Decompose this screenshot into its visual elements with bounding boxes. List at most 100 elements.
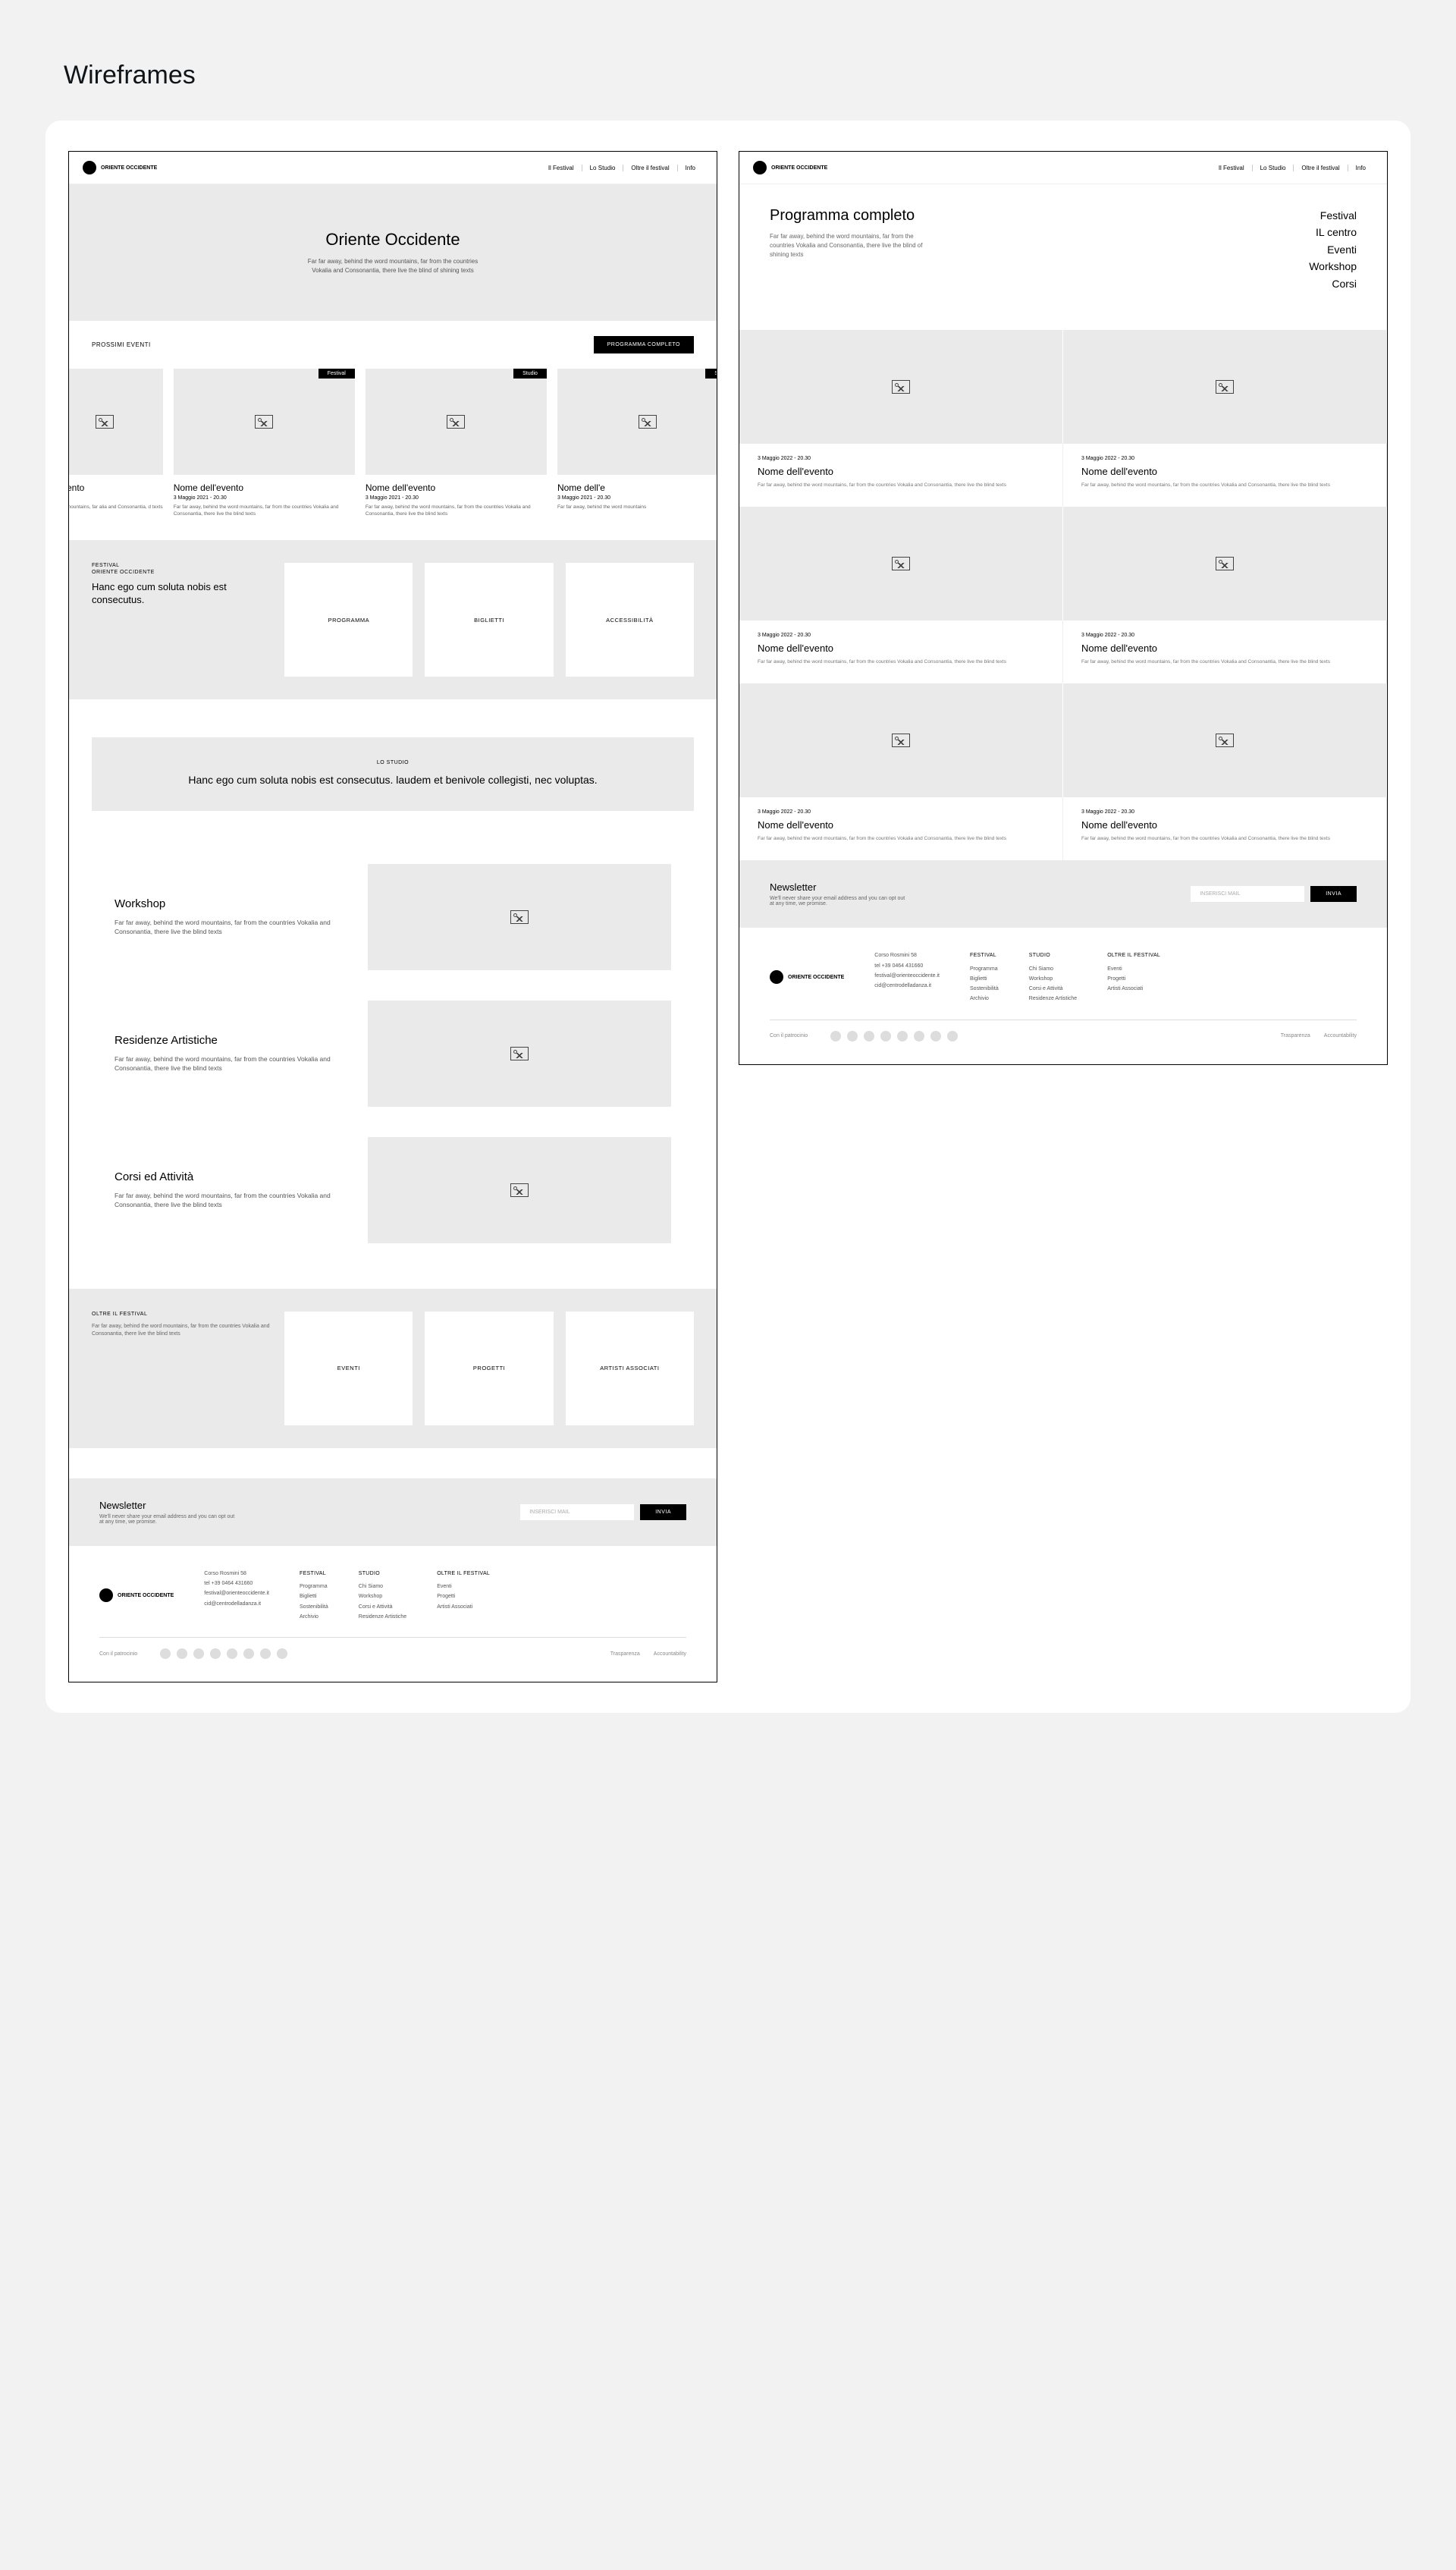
card-desc: Far far away, behind the word mountains,… bbox=[174, 504, 355, 517]
feature-corsi: Corsi ed AttivitàFar far away, behind th… bbox=[69, 1122, 717, 1258]
image-icon bbox=[1216, 380, 1234, 394]
event-cell[interactable]: 3 Maggio 2022 - 20.30Nome dell'eventoFar… bbox=[1063, 444, 1387, 507]
event-image bbox=[1063, 507, 1387, 621]
image-icon bbox=[892, 557, 910, 570]
patrocinio-label: Con il patrocinio bbox=[99, 1651, 137, 1657]
footer-col-studio: STUDIO Chi SiamoWorkshopCorsi e Attività… bbox=[359, 1569, 406, 1622]
event-cell[interactable]: 3 Maggio 2022 - 20.30Nome dell'eventoFar… bbox=[1063, 621, 1387, 683]
card-image bbox=[69, 369, 163, 475]
image-icon bbox=[510, 1047, 529, 1060]
nav-link[interactable]: Lo Studio bbox=[1253, 165, 1294, 171]
logo-icon bbox=[99, 1588, 113, 1602]
event-cell[interactable]: 3 Maggio 2022 - 20.30Nome dell'eventoFar… bbox=[739, 797, 1063, 860]
tile-artisti[interactable]: ARTISTI ASSOCIATI bbox=[566, 1312, 694, 1425]
filter-link[interactable]: Workshop bbox=[1309, 258, 1357, 275]
navbar: ORIENTE OCCIDENTE Il Festival Lo Studio … bbox=[69, 152, 717, 184]
tile-biglietti[interactable]: BIGLIETTI bbox=[425, 563, 553, 677]
feature-desc: Far far away, behind the word mountains,… bbox=[115, 918, 337, 938]
filter-links: Festival IL centro Eventi Workshop Corsi bbox=[1309, 207, 1357, 292]
feature-desc: Far far away, behind the word mountains,… bbox=[115, 1054, 337, 1074]
card-title: Nome dell'evento bbox=[366, 482, 547, 493]
feature-title: Workshop bbox=[115, 897, 337, 910]
footer: ORIENTE OCCIDENTE Corso Rosmini 58tel +3… bbox=[739, 928, 1387, 1064]
newsletter-button[interactable]: INVIA bbox=[1310, 886, 1357, 902]
newsletter-desc: We'll never share your email address and… bbox=[99, 1514, 236, 1525]
oltre-section: OLTRE IL FESTIVAL Far far away, behind t… bbox=[69, 1289, 717, 1448]
image-icon bbox=[447, 415, 465, 429]
nav-link[interactable]: Oltre il festival bbox=[623, 165, 677, 171]
newsletter-input[interactable]: INSERISCI MAIL bbox=[1191, 886, 1304, 902]
event-card[interactable]: Studio Nome dell'evento 3 Maggio 2021 - … bbox=[366, 369, 547, 517]
section-label: LO STUDIO bbox=[137, 760, 648, 765]
hero: Oriente Occidente Far far away, behind t… bbox=[69, 184, 717, 321]
filter-link[interactable]: Festival bbox=[1309, 207, 1357, 224]
sponsor-icons bbox=[830, 1031, 958, 1042]
section-label: ORIENTE OCCIDENTE bbox=[92, 570, 272, 575]
footer-logo[interactable]: ORIENTE OCCIDENTE bbox=[99, 1569, 174, 1622]
event-cell[interactable]: 3 Maggio 2022 - 20.30Nome dell'eventoFar… bbox=[739, 621, 1063, 683]
nav-link[interactable]: Il Festival bbox=[1211, 165, 1253, 171]
newsletter-title: Newsletter bbox=[770, 881, 906, 893]
card-desc: the word mountains, far alia and Consona… bbox=[69, 504, 163, 511]
event-image bbox=[739, 330, 1063, 444]
link-accountability[interactable]: Accountability bbox=[654, 1651, 686, 1657]
image-icon bbox=[892, 734, 910, 747]
nav-link[interactable]: Info bbox=[1348, 165, 1373, 171]
card-image: Festival bbox=[174, 369, 355, 475]
image-icon bbox=[639, 415, 657, 429]
card-image: Studio bbox=[366, 369, 547, 475]
feature-image bbox=[368, 1137, 671, 1243]
event-card[interactable]: Studio Nome dell'e 3 Maggio 2021 - 20.30… bbox=[557, 369, 717, 517]
wireframes-canvas: ORIENTE OCCIDENTE Il Festival Lo Studio … bbox=[46, 121, 1410, 1713]
patrocinio-label: Con il patrocinio bbox=[770, 1033, 808, 1038]
link-trasparenza[interactable]: Trasparenza bbox=[1281, 1033, 1310, 1038]
event-card[interactable]: Festival Nome dell'evento 3 Maggio 2021 … bbox=[174, 369, 355, 517]
logo[interactable]: ORIENTE OCCIDENTE bbox=[83, 161, 157, 174]
event-card[interactable]: ell'evento 20.30 the word mountains, far… bbox=[69, 369, 163, 517]
filter-link[interactable]: Corsi bbox=[1309, 275, 1357, 292]
logo-icon bbox=[83, 161, 96, 174]
link-accountability[interactable]: Accountability bbox=[1324, 1033, 1357, 1038]
nav-link[interactable]: Lo Studio bbox=[582, 165, 624, 171]
feature-title: Residenze Artistiche bbox=[115, 1034, 337, 1047]
tile-progetti[interactable]: PROGETTI bbox=[425, 1312, 553, 1425]
newsletter-title: Newsletter bbox=[99, 1500, 236, 1511]
nav-link[interactable]: Oltre il festival bbox=[1294, 165, 1348, 171]
card-title: ell'evento bbox=[69, 482, 163, 493]
event-cell[interactable]: 3 Maggio 2022 - 20.30Nome dell'eventoFar… bbox=[739, 444, 1063, 507]
nav-link[interactable]: Il Festival bbox=[541, 165, 582, 171]
tile-programma[interactable]: PROGRAMMA bbox=[284, 563, 413, 677]
newsletter-button[interactable]: INVIA bbox=[640, 1504, 686, 1520]
newsletter-input[interactable]: INSERISCI MAIL bbox=[520, 1504, 634, 1520]
tile-accessibilita[interactable]: ACCESSIBILITÀ bbox=[566, 563, 694, 677]
section-heading: Hanc ego cum soluta nobis est consecutus… bbox=[137, 773, 648, 788]
card-date: 3 Maggio 2021 - 20.30 bbox=[557, 495, 717, 501]
hero-desc: Far far away, behind the word mountains,… bbox=[770, 232, 937, 259]
image-icon bbox=[96, 415, 114, 429]
tile-eventi[interactable]: EVENTI bbox=[284, 1312, 413, 1425]
event-cell[interactable]: 3 Maggio 2022 - 20.30Nome dell'eventoFar… bbox=[1063, 797, 1387, 860]
footer-col-festival: FESTIVAL ProgrammaBigliettiSostenibilità… bbox=[970, 950, 999, 1004]
wireframe-home: ORIENTE OCCIDENTE Il Festival Lo Studio … bbox=[68, 151, 717, 1682]
image-icon bbox=[892, 380, 910, 394]
logo-text: ORIENTE OCCIDENTE bbox=[101, 165, 157, 171]
feature-desc: Far far away, behind the word mountains,… bbox=[115, 1191, 337, 1211]
footer-logo[interactable]: ORIENTE OCCIDENTE bbox=[770, 950, 844, 1004]
footer-col-festival: FESTIVAL ProgrammaBigliettiSostenibilità… bbox=[300, 1569, 328, 1622]
section-heading: Hanc ego cum soluta nobis est consecutus… bbox=[92, 581, 272, 607]
card-tag: Studio bbox=[513, 369, 547, 379]
logo[interactable]: ORIENTE OCCIDENTE bbox=[753, 161, 827, 174]
link-trasparenza[interactable]: Trasparenza bbox=[610, 1651, 640, 1657]
nav-links: Il Festival Lo Studio Oltre il festival … bbox=[541, 165, 703, 171]
feature-image bbox=[368, 864, 671, 970]
programma-button[interactable]: PROGRAMMA COMPLETO bbox=[594, 336, 694, 353]
events-label: PROSSIMI EVENTI bbox=[92, 341, 151, 348]
nav-link[interactable]: Info bbox=[678, 165, 703, 171]
filter-link[interactable]: Eventi bbox=[1309, 241, 1357, 258]
filter-link[interactable]: IL centro bbox=[1309, 224, 1357, 240]
footer-col-oltre: OLTRE IL FESTIVAL EventiProgettiArtisti … bbox=[437, 1569, 490, 1622]
event-image bbox=[739, 683, 1063, 797]
studio-section: LO STUDIO Hanc ego cum soluta nobis est … bbox=[92, 737, 694, 811]
image-icon bbox=[1216, 557, 1234, 570]
feature-residenze: Residenze Artistiche Far far away, behind… bbox=[69, 985, 717, 1122]
